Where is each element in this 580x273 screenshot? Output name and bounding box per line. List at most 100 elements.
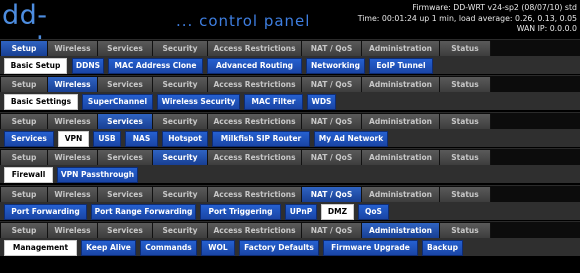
tab-status[interactable]: Status — [440, 41, 491, 56]
subtab-services[interactable]: Services — [4, 131, 54, 147]
tab-wireless[interactable]: Wireless — [48, 223, 98, 238]
subtab-commands[interactable]: Commands — [140, 240, 197, 256]
subtab-upnp[interactable]: UPnP — [285, 204, 317, 220]
tab-services[interactable]: Services — [98, 223, 153, 238]
subtab-advanced-routing[interactable]: Advanced Routing — [207, 58, 302, 74]
subtab-wol[interactable]: WOL — [201, 240, 235, 256]
subtab-row: Firewall VPN Passthrough — [0, 165, 580, 183]
tab-administration[interactable]: Administration — [362, 41, 440, 56]
subtab-firewall[interactable]: Firewall — [4, 167, 53, 183]
tab-nat-qos[interactable]: NAT / QoS — [302, 114, 362, 129]
subtab-wireless-security[interactable]: Wireless Security — [157, 94, 240, 110]
tab-administration[interactable]: Administration — [362, 223, 440, 238]
subtab-vpn-passthrough[interactable]: VPN Passthrough — [57, 167, 138, 183]
subtab-port-triggering[interactable]: Port Triggering — [200, 204, 281, 220]
subtab-my-ad-network[interactable]: My Ad Network — [314, 131, 388, 147]
subtab-hotspot[interactable]: Hotspot — [162, 131, 208, 147]
subtab-usb[interactable]: USB — [93, 131, 121, 147]
main-tab-row: Setup Wireless Services Security Access Rest… — [0, 185, 580, 202]
tab-nat-qos[interactable]: NAT / QoS — [302, 77, 362, 92]
tab-setup[interactable]: Setup — [1, 114, 48, 129]
tab-security[interactable]: Security — [153, 150, 208, 165]
subtab-row: Basic Settings SuperChannel Wireless Secur… — [0, 92, 580, 110]
tab-setup[interactable]: Setup — [1, 150, 48, 165]
subtab-vpn[interactable]: VPN — [58, 131, 89, 147]
ddwrt-logo: dd-wrt.com — [2, 0, 115, 61]
tab-setup[interactable]: Setup — [1, 187, 48, 202]
tab-status[interactable]: Status — [440, 114, 491, 129]
tab-administration[interactable]: Administration — [362, 187, 440, 202]
tab-access-restrictions[interactable]: Access Restrictions — [208, 41, 302, 56]
subtab-mac-filter[interactable]: MAC Filter — [244, 94, 303, 110]
tab-services[interactable]: Services — [98, 41, 153, 56]
main-tab-row: Setup Wireless Services Security Access Rest… — [0, 221, 580, 238]
uptime-text: Time: 00:01:24 up 1 min, load average: 0… — [357, 13, 577, 23]
main-tab-row: Setup Wireless Services Security Access Rest… — [0, 148, 580, 165]
tab-nat-qos[interactable]: NAT / QoS — [302, 187, 362, 202]
main-tab-row: Setup Wireless Services Security Access Rest… — [0, 75, 580, 92]
subtab-networking[interactable]: Networking — [306, 58, 365, 74]
subtab-port-forwarding[interactable]: Port Forwarding — [4, 204, 87, 220]
subtab-port-range-forwarding[interactable]: Port Range Forwarding — [91, 204, 196, 220]
tab-security[interactable]: Security — [153, 223, 208, 238]
subtab-ddns[interactable]: DDNS — [72, 58, 104, 74]
tab-services[interactable]: Services — [98, 187, 153, 202]
tab-administration[interactable]: Administration — [362, 77, 440, 92]
tab-setup[interactable]: Setup — [1, 77, 48, 92]
tab-setup[interactable]: Setup — [1, 41, 48, 56]
subtab-management[interactable]: Management — [4, 240, 77, 256]
tab-access-restrictions[interactable]: Access Restrictions — [208, 150, 302, 165]
tab-nat-qos[interactable]: NAT / QoS — [302, 223, 362, 238]
tab-security[interactable]: Security — [153, 187, 208, 202]
tab-status[interactable]: Status — [440, 223, 491, 238]
tab-services[interactable]: Services — [98, 150, 153, 165]
subtab-eoip-tunnel[interactable]: EoIP Tunnel — [369, 58, 433, 74]
tab-wireless[interactable]: Wireless — [48, 77, 98, 92]
tab-wireless[interactable]: Wireless — [48, 150, 98, 165]
tab-security[interactable]: Security — [153, 41, 208, 56]
tab-wireless[interactable]: Wireless — [48, 41, 98, 56]
tab-services[interactable]: Services — [98, 77, 153, 92]
wan-ip-text: WAN IP: 0.0.0.0 — [516, 24, 577, 33]
subtab-wds[interactable]: WDS — [307, 94, 336, 110]
subtab-superchannel[interactable]: SuperChannel — [82, 94, 153, 110]
subtab-mac-address-clone[interactable]: MAC Address Clone — [108, 58, 203, 74]
tab-administration[interactable]: Administration — [362, 114, 440, 129]
tab-administration[interactable]: Administration — [362, 150, 440, 165]
subtab-row: Services VPN USB NAS Hotspot Milkfish SIP Rou… — [0, 129, 580, 147]
subtab-milkfish-sip-router[interactable]: Milkfish SIP Router — [212, 131, 310, 147]
subtab-basic-settings[interactable]: Basic Settings — [4, 94, 78, 110]
subtab-qos[interactable]: QoS — [358, 204, 389, 220]
subtab-row: Basic Setup DDNS MAC Address Clone Advanced… — [0, 56, 580, 74]
subtab-factory-defaults[interactable]: Factory Defaults — [239, 240, 319, 256]
tab-access-restrictions[interactable]: Access Restrictions — [208, 114, 302, 129]
tab-security[interactable]: Security — [153, 114, 208, 129]
tab-status[interactable]: Status — [440, 187, 491, 202]
subtab-firmware-upgrade[interactable]: Firmware Upgrade — [323, 240, 418, 256]
tab-wireless[interactable]: Wireless — [48, 114, 98, 129]
tab-access-restrictions[interactable]: Access Restrictions — [208, 187, 302, 202]
router-status: Firmware: DD-WRT v24-sp2 (08/07/10) std … — [358, 3, 577, 35]
firmware-text: Firmware: DD-WRT v24-sp2 (08/07/10) std — [412, 3, 577, 12]
main-tab-row: Setup Wireless Services Security Access Rest… — [0, 112, 580, 129]
subtab-row: Port Forwarding Port Range Forwarding Port… — [0, 202, 580, 220]
subtab-row: Management Keep Alive Commands WOL Factory D… — [0, 238, 580, 256]
tab-status[interactable]: Status — [440, 150, 491, 165]
tab-status[interactable]: Status — [440, 77, 491, 92]
control-panel-tagline: ... control panel — [176, 12, 311, 30]
subtab-keep-alive[interactable]: Keep Alive — [81, 240, 136, 256]
subtab-backup[interactable]: Backup — [422, 240, 463, 256]
tab-wireless[interactable]: Wireless — [48, 187, 98, 202]
tab-setup[interactable]: Setup — [1, 223, 48, 238]
tab-security[interactable]: Security — [153, 77, 208, 92]
tab-nat-qos[interactable]: NAT / QoS — [302, 41, 362, 56]
subtab-nas[interactable]: NAS — [125, 131, 158, 147]
tab-access-restrictions[interactable]: Access Restrictions — [208, 77, 302, 92]
header: dd-wrt.com ... control panel Firmware: D… — [0, 0, 580, 61]
tab-access-restrictions[interactable]: Access Restrictions — [208, 223, 302, 238]
tab-services[interactable]: Services — [98, 114, 153, 129]
subtab-dmz[interactable]: DMZ — [321, 204, 354, 220]
main-tab-row: Setup Wireless Services Security Access Rest… — [0, 39, 580, 56]
subtab-basic-setup[interactable]: Basic Setup — [4, 58, 67, 74]
tab-nat-qos[interactable]: NAT / QoS — [302, 150, 362, 165]
